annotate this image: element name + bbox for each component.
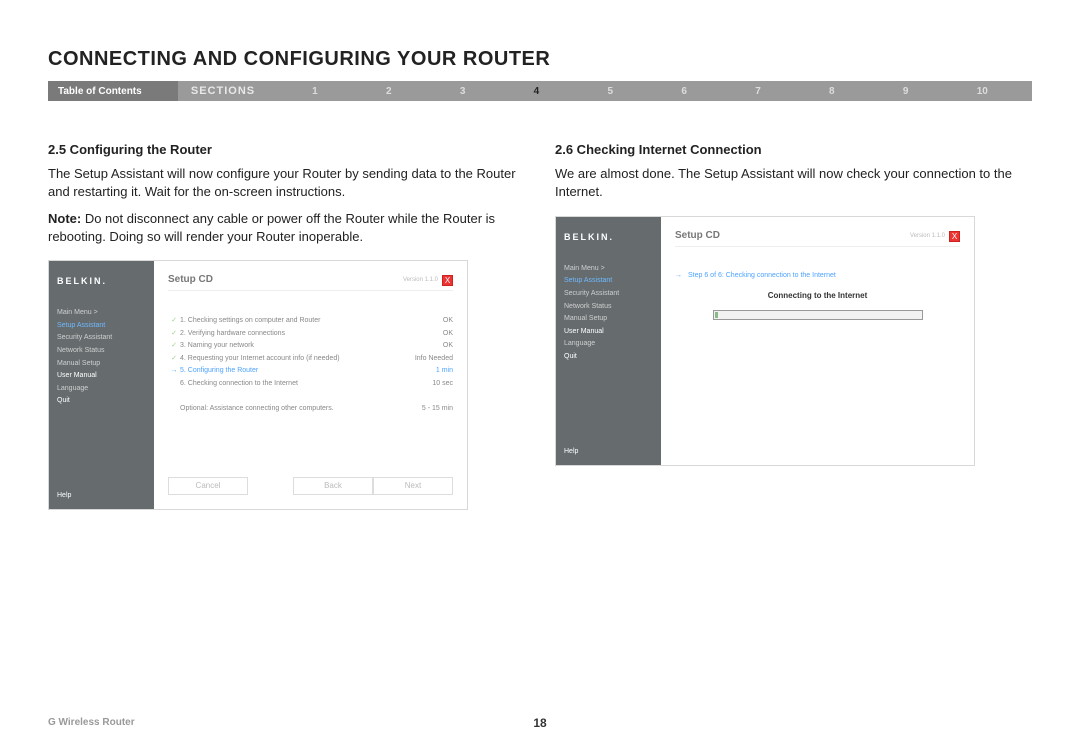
screenshot-main: Setup CD Version 1.1.0 X → Step 6 of 6: … bbox=[661, 217, 974, 465]
menu-main[interactable]: Main Menu > bbox=[57, 307, 146, 320]
page-footer: G Wireless Router 18 bbox=[48, 717, 1032, 728]
setup-step: ✓3. Naming your networkOK bbox=[168, 340, 453, 353]
note-label: Note: bbox=[48, 211, 81, 226]
nav-section-6[interactable]: 6 bbox=[681, 86, 687, 97]
menu-setup-assistant[interactable]: Setup Assistant bbox=[57, 320, 146, 333]
step-text: 2. Verifying hardware connections bbox=[180, 328, 403, 341]
setup-step: ✓4. Requesting your Internet account inf… bbox=[168, 353, 453, 366]
nav-section-8[interactable]: 8 bbox=[829, 86, 835, 97]
screenshot-configuring: BELKIN. Main Menu > Setup Assistant Secu… bbox=[48, 260, 468, 510]
setup-step: 6. Checking connection to the Internet10… bbox=[168, 378, 453, 391]
menu-manual-setup[interactable]: Manual Setup bbox=[57, 358, 146, 371]
screenshot-sidebar: BELKIN. Main Menu > Setup Assistant Secu… bbox=[556, 217, 661, 465]
nav-section-7[interactable]: 7 bbox=[755, 86, 761, 97]
version-label: Version 1.1.0 bbox=[403, 276, 438, 284]
version-label: Version 1.1.0 bbox=[910, 232, 945, 240]
step-text: 3. Naming your network bbox=[180, 340, 403, 353]
menu-quit[interactable]: Quit bbox=[57, 395, 146, 408]
menu-language[interactable]: Language bbox=[564, 338, 653, 351]
next-button[interactable]: Next bbox=[373, 477, 453, 495]
step-status: OK bbox=[403, 315, 453, 328]
menu-security-assistant[interactable]: Security Assistant bbox=[57, 332, 146, 345]
nav-section-9[interactable]: 9 bbox=[903, 86, 909, 97]
note-text: Note: Do not disconnect any cable or pow… bbox=[48, 210, 525, 246]
step-text: Optional: Assistance connecting other co… bbox=[180, 403, 403, 416]
page-title: CONNECTING AND CONFIGURING YOUR ROUTER bbox=[0, 0, 1080, 81]
step-status: 1 min bbox=[403, 365, 453, 378]
close-icon[interactable]: X bbox=[442, 275, 453, 286]
belkin-logo: BELKIN. bbox=[57, 273, 146, 289]
setup-cd-title: Setup CD bbox=[675, 229, 720, 243]
check-icon: ✓ bbox=[168, 315, 180, 328]
left-column: 2.5 Configuring the Router The Setup Ass… bbox=[48, 141, 525, 510]
nav-numbers: 1 2 3 4 5 6 7 8 9 10 bbox=[268, 81, 1032, 101]
product-name: G Wireless Router bbox=[48, 717, 135, 728]
connecting-label: Connecting to the Internet bbox=[675, 290, 960, 301]
screenshot-checking: BELKIN. Main Menu > Setup Assistant Secu… bbox=[555, 216, 975, 466]
step-status: Info Needed bbox=[403, 353, 453, 366]
step-text: 5. Configuring the Router bbox=[180, 365, 403, 378]
setup-step: ✓1. Checking settings on computer and Ro… bbox=[168, 315, 453, 328]
setup-steps-list: ✓1. Checking settings on computer and Ro… bbox=[168, 315, 453, 415]
menu-quit[interactable]: Quit bbox=[564, 351, 653, 364]
menu-main[interactable]: Main Menu > bbox=[564, 263, 653, 276]
menu-help[interactable]: Help bbox=[57, 490, 146, 503]
setup-step: ✓2. Verifying hardware connectionsOK bbox=[168, 328, 453, 341]
arrow-icon: → bbox=[675, 271, 682, 281]
note-body: Do not disconnect any cable or power off… bbox=[48, 211, 495, 244]
step-text: 4. Requesting your Internet account info… bbox=[180, 353, 403, 366]
menu-network-status[interactable]: Network Status bbox=[57, 345, 146, 358]
sidebar-menu: Main Menu > Setup Assistant Security Ass… bbox=[57, 307, 146, 490]
menu-language[interactable]: Language bbox=[57, 383, 146, 396]
menu-user-manual[interactable]: User Manual bbox=[57, 370, 146, 383]
progress-bar bbox=[713, 310, 923, 320]
section-heading-2-5: 2.5 Configuring the Router bbox=[48, 141, 525, 159]
screenshot-main: Setup CD Version 1.1.0 X ✓1. Checking se… bbox=[154, 261, 467, 509]
nav-toc[interactable]: Table of Contents bbox=[48, 81, 178, 101]
page-number: 18 bbox=[533, 716, 546, 730]
step-text: 6. Checking connection to the Internet bbox=[180, 378, 403, 391]
step-status: OK bbox=[403, 328, 453, 341]
body-text: The Setup Assistant will now configure y… bbox=[48, 165, 525, 201]
nav-section-1[interactable]: 1 bbox=[312, 86, 318, 97]
body-text: We are almost done. The Setup Assistant … bbox=[555, 165, 1032, 201]
setup-cd-title: Setup CD bbox=[168, 273, 213, 287]
sidebar-menu: Main Menu > Setup Assistant Security Ass… bbox=[564, 263, 653, 446]
arrow-icon: → bbox=[168, 365, 180, 378]
menu-user-manual[interactable]: User Manual bbox=[564, 326, 653, 339]
cancel-button[interactable]: Cancel bbox=[168, 477, 248, 495]
step-text: Step 6 of 6: Checking connection to the … bbox=[688, 271, 836, 281]
screenshot-header: Setup CD Version 1.1.0 X bbox=[675, 227, 960, 247]
step-text: 1. Checking settings on computer and Rou… bbox=[180, 315, 403, 328]
check-icon: ✓ bbox=[168, 353, 180, 366]
wizard-buttons: Cancel Back Next bbox=[168, 477, 453, 495]
section-heading-2-6: 2.6 Checking Internet Connection bbox=[555, 141, 1032, 159]
nav-section-2[interactable]: 2 bbox=[386, 86, 392, 97]
menu-network-status[interactable]: Network Status bbox=[564, 301, 653, 314]
screenshot-header: Setup CD Version 1.1.0 X bbox=[168, 271, 453, 291]
menu-security-assistant[interactable]: Security Assistant bbox=[564, 288, 653, 301]
nav-sections-label: SECTIONS bbox=[178, 81, 268, 101]
setup-step: →5. Configuring the Router1 min bbox=[168, 365, 453, 378]
back-button[interactable]: Back bbox=[293, 477, 373, 495]
belkin-logo: BELKIN. bbox=[564, 229, 653, 245]
step-status: 5 - 15 min bbox=[403, 403, 453, 416]
check-icon: ✓ bbox=[168, 340, 180, 353]
step-status: 10 sec bbox=[403, 378, 453, 391]
step-6-label: → Step 6 of 6: Checking connection to th… bbox=[675, 271, 960, 281]
optional-step: Optional: Assistance connecting other co… bbox=[168, 403, 453, 416]
step-status: OK bbox=[403, 340, 453, 353]
menu-setup-assistant[interactable]: Setup Assistant bbox=[564, 275, 653, 288]
check-icon: ✓ bbox=[168, 328, 180, 341]
right-column: 2.6 Checking Internet Connection We are … bbox=[555, 141, 1032, 510]
nav-section-4[interactable]: 4 bbox=[534, 86, 540, 97]
nav-section-10[interactable]: 10 bbox=[977, 86, 988, 97]
close-icon[interactable]: X bbox=[949, 231, 960, 242]
screenshot-sidebar: BELKIN. Main Menu > Setup Assistant Secu… bbox=[49, 261, 154, 509]
section-nav: Table of Contents SECTIONS 1 2 3 4 5 6 7 8 9 10 bbox=[48, 81, 1032, 101]
nav-section-3[interactable]: 3 bbox=[460, 86, 466, 97]
menu-manual-setup[interactable]: Manual Setup bbox=[564, 313, 653, 326]
menu-help[interactable]: Help bbox=[564, 446, 653, 459]
nav-section-5[interactable]: 5 bbox=[608, 86, 614, 97]
